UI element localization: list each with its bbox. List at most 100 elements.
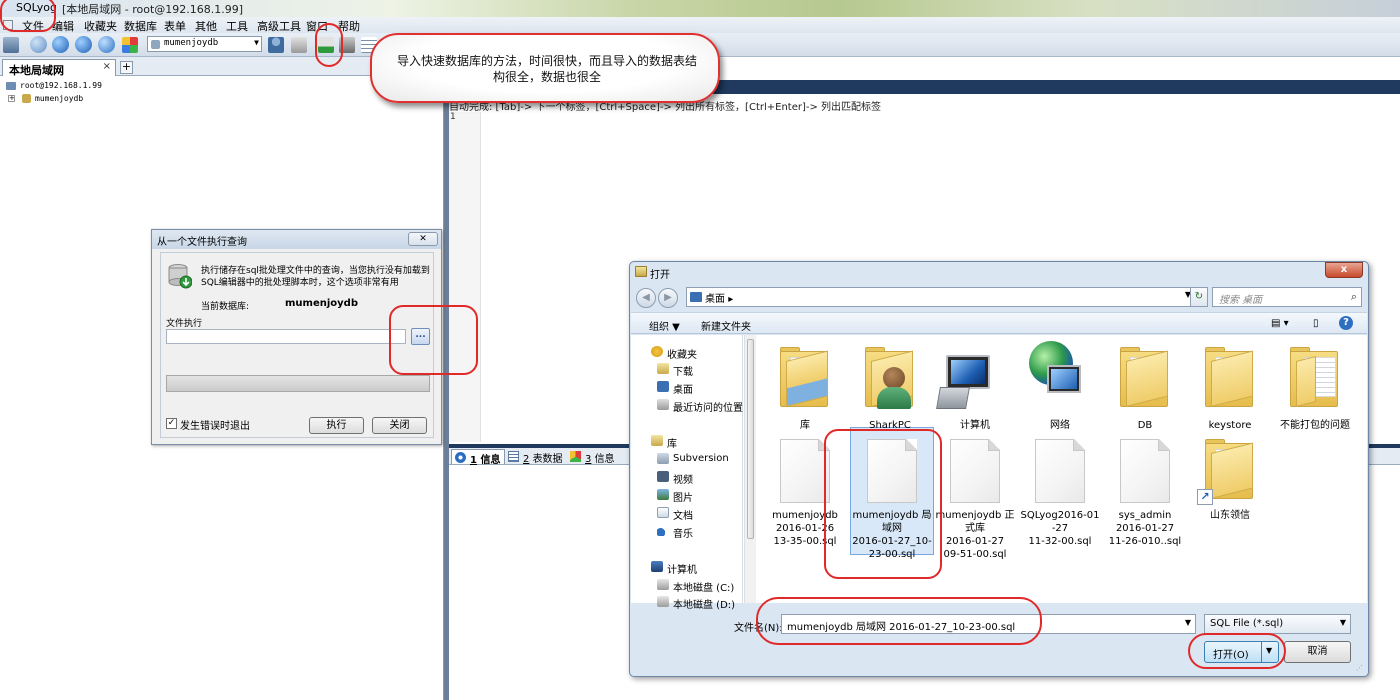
menu-tools[interactable]: 工具 [226, 18, 248, 34]
file-item-library[interactable]: 库 [764, 341, 846, 431]
backup-icon[interactable] [291, 37, 307, 53]
nav-libraries[interactable]: 库 [651, 435, 677, 450]
menu-window[interactable]: 窗口 [306, 18, 328, 34]
address-path: 桌面 [705, 294, 725, 305]
tab-info[interactable]: 3 信息 [567, 449, 619, 465]
execute-sql-script-icon[interactable] [318, 37, 334, 53]
scrollbar-thumb[interactable] [747, 339, 754, 539]
view-options-icon[interactable]: ▤ ▾ [1271, 318, 1289, 329]
library-icon [780, 347, 828, 407]
file-type-select[interactable]: SQL File (*.sql) ▼ [1204, 614, 1351, 634]
file-item-sql-selected[interactable]: mumenjoydb 局 域网 2016-01-27_10- 23-00.sql [851, 435, 933, 560]
file-name-input[interactable]: mumenjoydb 局域网 2016-01-27_10-23-00.sql ▼ [781, 614, 1196, 634]
file-item-sql[interactable]: sys_admin 2016-01-27 11-26-010..sql [1104, 435, 1186, 555]
file-item-sql[interactable]: mumenjoydb 2016-01-26 13-35-00.sql [764, 435, 846, 555]
nav-desktop[interactable]: 桌面 [657, 381, 693, 396]
refresh-icon[interactable]: ↻ [1190, 287, 1208, 307]
file-name-line: 11-32-00.sql [1028, 536, 1092, 547]
new-connection-icon[interactable] [30, 36, 47, 53]
sql-file-icon [950, 439, 1000, 503]
connect-icon[interactable] [3, 37, 19, 53]
back-icon[interactable]: ◀ [636, 288, 656, 308]
menu-advanced-tools[interactable]: 高级工具 [257, 18, 301, 34]
tree-root-connection[interactable]: root@192.168.1.99 [20, 81, 102, 90]
nav-music[interactable]: 音乐 [657, 525, 693, 540]
database-select[interactable]: mumenjoydb ▼ [147, 36, 262, 52]
resize-grip-icon[interactable]: ⋰ [1356, 664, 1366, 674]
tab-table-data[interactable]: 2 表数据 [505, 449, 567, 465]
new-folder-button[interactable]: 新建文件夹 [701, 318, 751, 333]
file-item-computer[interactable]: 计算机 [934, 341, 1016, 431]
search-input[interactable]: 搜索 桌面 ⌕ [1212, 287, 1362, 307]
close-icon[interactable]: × [103, 61, 111, 72]
tab-number: 3 [585, 454, 592, 465]
refresh-icon[interactable] [98, 36, 115, 53]
menu-database[interactable]: 数据库 [124, 18, 157, 34]
open-options-dropdown[interactable]: ▼ [1261, 642, 1279, 662]
shortcut-arrow-icon: ↗ [1197, 489, 1213, 505]
nav-drive-c[interactable]: 本地磁盘 (C:) [657, 579, 734, 594]
close-icon[interactable]: ✕ [408, 232, 438, 246]
file-name-line: mumenjoydb [772, 510, 838, 521]
schema-designer-icon[interactable] [122, 37, 138, 53]
file-item-shortcut-folder[interactable]: ↗ 山东领信 [1189, 435, 1271, 535]
restore-icon[interactable] [339, 37, 355, 53]
organize-button[interactable]: 组织 ▼ [649, 318, 680, 333]
file-item-sql[interactable]: mumenjoydb 正 式库 2016-01-27 09-51-00.sql [934, 435, 1016, 560]
nav-downloads[interactable]: 下载 [657, 363, 693, 378]
expand-icon[interactable]: + [8, 95, 15, 102]
dialog-title-bar[interactable]: 从一个文件执行查询 ✕ [152, 230, 441, 249]
menu-edit[interactable]: 编辑 [52, 18, 74, 34]
nav-favorites[interactable]: 收藏夹 [651, 346, 697, 361]
menu-other[interactable]: 其他 [195, 18, 217, 34]
execute-all-icon[interactable] [75, 36, 92, 53]
close-button[interactable]: 关闭 [372, 417, 427, 434]
search-icon[interactable]: ⌕ [1351, 290, 1357, 304]
file-name: 计算机 [960, 420, 990, 431]
execution-progress-bar [166, 375, 430, 392]
tab-local-network[interactable]: 本地局域网 × [2, 59, 116, 77]
add-tab-button[interactable]: + [120, 61, 133, 74]
forward-icon[interactable]: ▶ [658, 288, 678, 308]
tree-database-item[interactable]: mumenjoydb [35, 94, 83, 103]
nav-documents[interactable]: 文档 [657, 507, 693, 522]
file-path-input[interactable] [166, 329, 406, 344]
app-menu-icon[interactable] [3, 20, 13, 30]
nav-pictures[interactable]: 图片 [657, 489, 693, 504]
help-icon[interactable]: ? [1339, 316, 1353, 330]
execute-button[interactable]: 执行 [309, 417, 364, 434]
breadcrumb-separator[interactable]: ▸ [728, 294, 733, 305]
file-item-sql[interactable]: SQLyog2016-01 -27 11-32-00.sql [1019, 435, 1101, 555]
file-name: 山东领信 [1210, 510, 1250, 521]
chevron-down-icon[interactable]: ▼ [1185, 618, 1191, 627]
user-manager-icon[interactable] [268, 37, 284, 53]
tab-messages[interactable]: 1 信息 [451, 449, 506, 466]
menu-favorites[interactable]: 收藏夹 [84, 18, 117, 34]
file-item-packaging-issues-folder[interactable]: 不能打包的问题 [1274, 341, 1356, 431]
browse-button[interactable]: ... [411, 328, 430, 345]
file-name-line: 2016-01-27 [945, 536, 1005, 547]
info-icon [455, 452, 466, 463]
navigation-scrollbar[interactable] [744, 335, 756, 603]
open-button[interactable]: 打开(O) ▼ [1204, 641, 1279, 663]
file-item-keystore-folder[interactable]: keystore [1189, 341, 1271, 431]
nav-videos[interactable]: 视频 [657, 471, 693, 486]
preview-pane-icon[interactable]: ▯ [1313, 318, 1319, 329]
cancel-button[interactable]: 取消 [1284, 641, 1351, 663]
file-name-line: SQLyog2016-01 [1020, 510, 1100, 521]
close-icon[interactable]: x [1325, 262, 1363, 278]
file-item-db-folder[interactable]: DB [1104, 341, 1186, 431]
menu-table[interactable]: 表单 [164, 18, 186, 34]
file-item-network[interactable]: 网络 [1019, 341, 1101, 431]
nav-drive-d[interactable]: 本地磁盘 (D:) [657, 596, 735, 611]
nav-recent-places[interactable]: 最近访问的位置 [657, 399, 743, 414]
exit-on-error-checkbox[interactable]: ✓ [166, 418, 177, 429]
menu-file[interactable]: 文件 [22, 18, 44, 34]
nav-computer[interactable]: 计算机 [651, 561, 697, 576]
nav-subversion[interactable]: Subversion [657, 453, 729, 464]
address-bar[interactable]: 桌面 ▸ ▼ [686, 287, 1196, 307]
menu-help[interactable]: 帮助 [338, 18, 360, 34]
file-item-sharkpc[interactable]: SharkPC [849, 341, 931, 431]
execute-query-icon[interactable] [52, 36, 69, 53]
nav-label: 文档 [673, 511, 693, 522]
